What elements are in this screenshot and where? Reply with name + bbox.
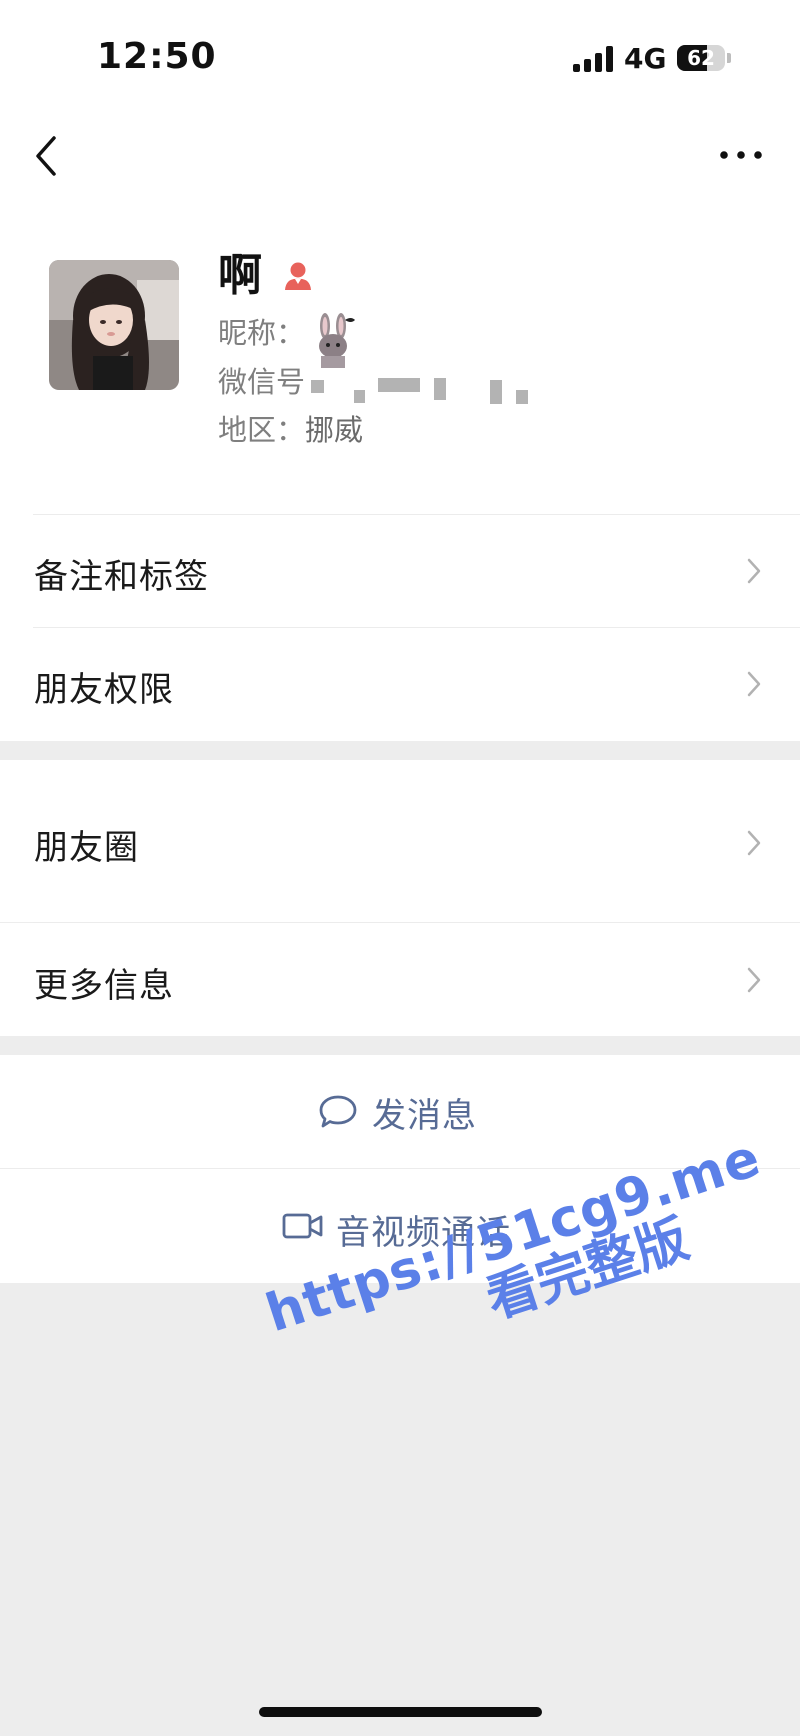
more-info-row[interactable]: 更多信息 — [0, 923, 800, 1036]
more-info-label: 更多信息 — [34, 966, 174, 1006]
friend-permissions-label: 朋友权限 — [34, 670, 174, 710]
ellipsis-icon[interactable] — [718, 140, 764, 170]
battery-tip — [727, 53, 731, 63]
chevron-right-icon — [747, 671, 761, 697]
network-type: 4G — [624, 42, 667, 75]
contact-name: 啊 — [218, 250, 262, 301]
region-label: 地区： — [218, 413, 306, 447]
rabbit-emoji-icon — [319, 313, 355, 368]
battery-icon: 62 — [677, 45, 725, 71]
chevron-left-icon[interactable] — [28, 128, 68, 184]
home-indicator — [259, 1707, 542, 1717]
friend-permissions-row[interactable]: 朋友权限 — [0, 628, 800, 740]
moments-row[interactable]: 朋友圈 — [0, 760, 800, 922]
section-gap — [0, 741, 800, 760]
video-camera-icon — [282, 1213, 323, 1239]
avatar[interactable] — [49, 260, 179, 390]
chevron-right-icon — [747, 558, 761, 584]
female-user-icon — [285, 262, 311, 290]
battery-percent: 62 — [687, 46, 715, 70]
moments-label: 朋友圈 — [34, 828, 139, 868]
region-value: 挪威 — [305, 413, 364, 447]
chat-bubble-icon — [319, 1095, 357, 1128]
chevron-right-icon — [747, 967, 761, 993]
send-message-label: 发消息 — [372, 1096, 477, 1136]
region-row: 地区：挪威 — [218, 410, 363, 450]
status-time: 12:50 — [97, 36, 217, 77]
remark-and-tags-row[interactable]: 备注和标签 — [0, 515, 800, 627]
chevron-right-icon — [747, 830, 761, 856]
signal-strength-icon — [573, 46, 615, 72]
nickname-label: 昵称： — [218, 316, 306, 350]
section-gap — [0, 1036, 800, 1055]
wechat-id-label: 微信号 — [218, 365, 306, 399]
remark-and-tags-label: 备注和标签 — [34, 557, 209, 597]
